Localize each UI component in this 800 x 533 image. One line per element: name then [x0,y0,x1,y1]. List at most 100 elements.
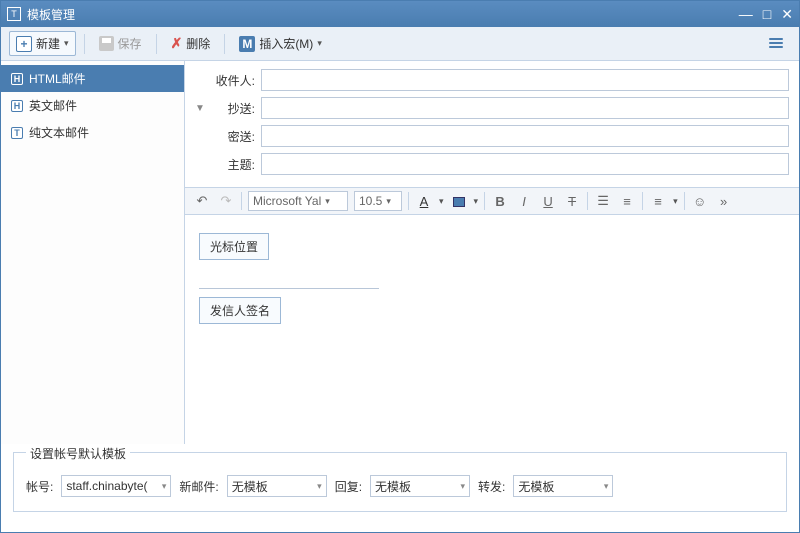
default-template-panel: 设置帐号默认模板 帐号: staff.chinabyte( ▾ 新邮件: 无模板… [13,452,787,512]
more-button[interactable]: » [715,194,733,209]
save-label: 保存 [118,35,142,52]
newmail-select[interactable]: 无模板 ▾ [227,475,327,497]
chevron-down-icon: ▾ [325,196,330,207]
chevron-down-icon: ▾ [386,196,391,207]
toolbar-separator [587,192,588,210]
sidebar-item-label: 纯文本邮件 [29,124,89,141]
signature-divider [199,288,379,289]
to-label: 收件人: [207,72,255,89]
window-title: 模板管理 [27,6,739,23]
titlebar: T 模板管理 — □ ✕ [1,1,799,27]
to-input[interactable] [261,69,789,91]
cursor-position-badge[interactable]: 光标位置 [199,233,269,260]
align-button[interactable]: ≡ [649,194,667,209]
row-subject: 主题: [195,153,789,175]
maximize-button[interactable]: □ [763,6,771,23]
undo-button[interactable]: ↶ [193,193,211,209]
editor-body[interactable]: 光标位置 发信人签名 [185,215,799,444]
newmail-label: 新邮件: [179,478,218,495]
new-label: 新建 [36,35,60,52]
newmail-value: 无模板 [232,478,268,495]
floppy-icon [99,36,114,51]
sender-signature-badge[interactable]: 发信人签名 [199,297,281,324]
plus-icon: + [16,36,32,52]
macro-icon: M [239,36,255,52]
chevron-down-icon: ▾ [461,481,466,492]
delete-button[interactable]: ✗ 删除 [165,32,217,55]
toolbar-separator [241,192,242,210]
highlight-button[interactable] [450,194,468,209]
bold-button[interactable]: B [491,194,509,209]
account-select[interactable]: staff.chinabyte( ▾ [61,475,171,497]
sidebar-item-html-mail[interactable]: H HTML邮件 [1,65,184,92]
sidebar-item-label: HTML邮件 [29,70,86,87]
chevron-down-icon: ▾ [317,38,322,49]
reply-select[interactable]: 无模板 ▾ [370,475,470,497]
main-panel: 收件人: ▼ 抄送: 密送: 主题: [185,61,799,444]
html-icon: H [11,73,23,85]
font-size-select[interactable]: 10.5 ▾ [354,191,402,211]
emoji-button[interactable]: ☺ [691,194,709,209]
window-controls: — □ ✕ [739,6,793,23]
italic-button[interactable]: I [515,194,533,209]
chevron-down-icon[interactable]: ▾ [673,196,678,207]
redo-button[interactable]: ↷ [217,193,235,209]
delete-label: 删除 [186,35,210,52]
row-cc: ▼ 抄送: [195,97,789,119]
row-to: 收件人: [195,69,789,91]
font-size-value: 10.5 [359,194,382,208]
new-button[interactable]: + 新建 ▾ [9,31,76,56]
highlight-swatch-icon [453,197,465,207]
forward-select[interactable]: 无模板 ▾ [513,475,613,497]
underline-button[interactable]: U [539,194,557,209]
number-list-button[interactable]: ≡ [618,194,636,209]
toolbar-separator [84,34,85,54]
subject-input[interactable] [261,153,789,175]
forward-label: 转发: [478,478,505,495]
app-icon: T [7,7,21,21]
account-value: staff.chinabyte( [66,479,147,493]
template-manager-window: T 模板管理 — □ ✕ + 新建 ▾ 保存 ✗ 删除 M 插入宏(M) ▾ [0,0,800,533]
delete-icon: ✗ [171,35,183,52]
minimize-button[interactable]: — [739,6,753,23]
toolbar-separator [684,192,685,210]
font-family-value: Microsoft Yal [253,194,321,208]
cc-label: 抄送: [207,100,255,117]
toolbar-separator [484,192,485,210]
collapse-cc-icon[interactable]: ▼ [195,103,205,114]
font-color-button[interactable]: A [415,194,433,209]
toolbar-separator [156,34,157,54]
chevron-down-icon[interactable]: ▾ [474,196,479,207]
row-bcc: 密送: [195,125,789,147]
sidebar-item-plaintext-mail[interactable]: T 纯文本邮件 [1,119,184,146]
account-label: 帐号: [26,478,53,495]
sidebar-item-label: 英文邮件 [29,97,77,114]
reply-label: 回复: [335,478,362,495]
main-toolbar: + 新建 ▾ 保存 ✗ 删除 M 插入宏(M) ▾ [1,27,799,61]
reply-value: 无模板 [375,478,411,495]
font-family-select[interactable]: Microsoft Yal ▾ [248,191,348,211]
list-view-button[interactable] [763,35,791,53]
cc-input[interactable] [261,97,789,119]
chevron-down-icon: ▾ [317,481,322,492]
chevron-down-icon: ▾ [604,481,609,492]
list-icon [769,38,785,50]
insert-macro-button[interactable]: M 插入宏(M) ▾ [233,32,328,55]
toolbar-separator [408,192,409,210]
toolbar-separator [642,192,643,210]
bullet-list-button[interactable]: ☰ [594,193,612,209]
chevron-down-icon: ▾ [64,38,69,49]
bcc-input[interactable] [261,125,789,147]
header-fields: 收件人: ▼ 抄送: 密送: 主题: [185,61,799,187]
bcc-label: 密送: [207,128,255,145]
save-button: 保存 [93,32,148,55]
body-area: H HTML邮件 H 英文邮件 T 纯文本邮件 收件人: ▼ [1,61,799,444]
sidebar-item-english-mail[interactable]: H 英文邮件 [1,92,184,119]
close-button[interactable]: ✕ [781,6,793,23]
panel-legend: 设置帐号默认模板 [26,445,130,462]
template-sidebar: H HTML邮件 H 英文邮件 T 纯文本邮件 [1,61,185,444]
chevron-down-icon[interactable]: ▾ [439,196,444,207]
html-icon: H [11,100,23,112]
strike-button[interactable]: T [563,194,581,209]
default-template-row: 帐号: staff.chinabyte( ▾ 新邮件: 无模板 ▾ 回复: 无模… [26,475,774,497]
